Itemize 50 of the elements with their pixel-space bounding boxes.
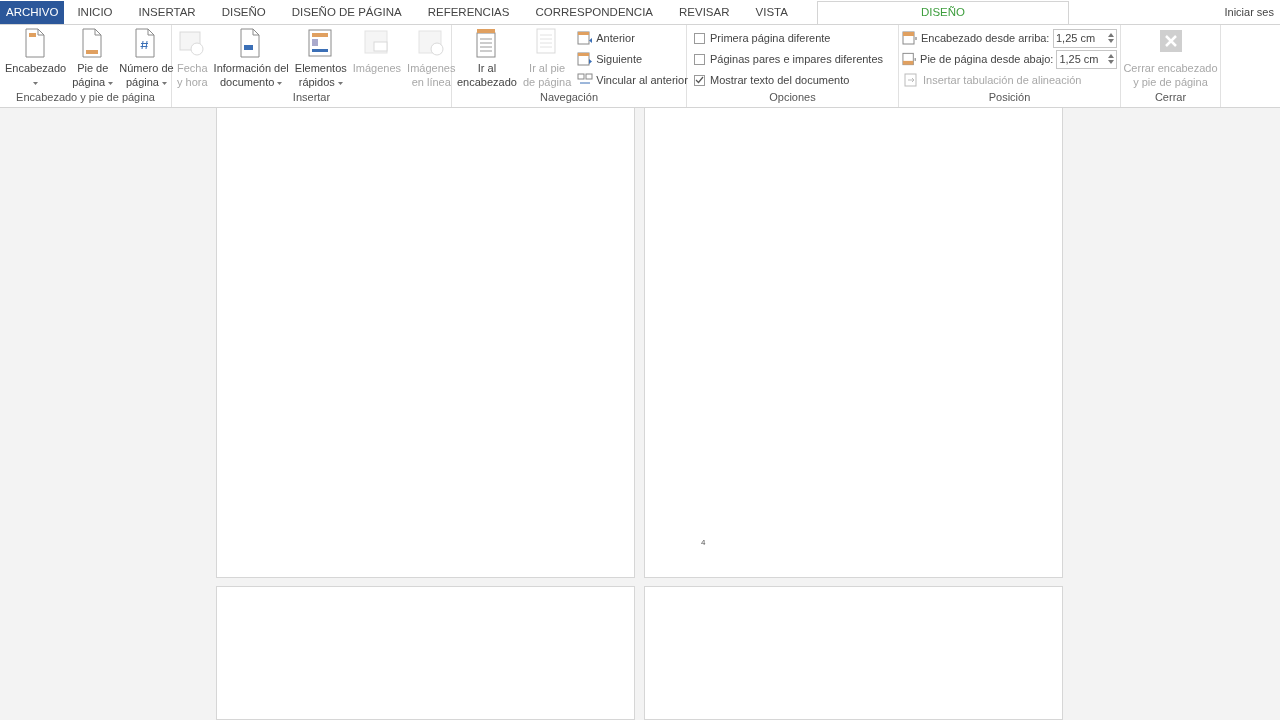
insert-tab-icon xyxy=(904,73,920,87)
ribbon-tab[interactable]: REFERENCIAS xyxy=(414,1,523,24)
ribbon-button[interactable]: Vincular al anterior xyxy=(575,71,690,89)
ribbon-button[interactable]: Encabezado xyxy=(3,27,69,89)
checkbox[interactable] xyxy=(694,32,705,44)
field-label: Pie de página desde abajo: xyxy=(920,51,1054,67)
caret-icon xyxy=(162,81,168,85)
ribbon-button[interactable]: Siguiente xyxy=(575,50,690,68)
group-label: Opciones xyxy=(768,90,817,105)
ribbon-tab[interactable]: INICIO xyxy=(64,1,126,24)
spin-field[interactable]: 1,25 cm xyxy=(1056,49,1117,69)
group-label: Cerrar xyxy=(1153,90,1188,105)
ribbon-button[interactable]: Pie de página xyxy=(70,27,116,89)
ribbon-button[interactable]: Elementos rápidos xyxy=(292,27,349,89)
checkbox-label[interactable]: Páginas pares e impares diferentes xyxy=(710,50,884,68)
ribbon-tab[interactable]: DISEÑO xyxy=(208,1,279,24)
caret-icon xyxy=(277,81,283,85)
sign-in-link[interactable]: Iniciar ses xyxy=(1224,4,1280,21)
caret-icon xyxy=(108,81,114,85)
checkbox-label[interactable]: Mostrar texto del documento xyxy=(710,71,850,89)
ribbon-tab[interactable]: DISEÑO DE PÁGINA xyxy=(278,1,415,24)
group-label: Navegación xyxy=(538,90,600,105)
group-label: Posición xyxy=(987,90,1032,105)
ribbon-button[interactable]: Anterior xyxy=(575,29,690,47)
caret-icon xyxy=(337,81,343,85)
spin-arrows-icon xyxy=(1108,33,1114,43)
ribbon-tab[interactable]: ARCHIVO xyxy=(0,1,65,24)
group-label: Encabezado y pie de página xyxy=(15,90,156,105)
ribbon-tab[interactable]: INSERTAR xyxy=(125,1,209,24)
ribbon-tab[interactable]: REVISAR xyxy=(666,1,743,24)
spin-arrows-icon xyxy=(1108,54,1114,64)
footer-position-icon xyxy=(902,52,918,66)
ribbon-button[interactable]: Información del documento xyxy=(211,27,291,89)
ribbon-button[interactable]: Número de página xyxy=(117,27,176,89)
page-number: 4 xyxy=(701,538,706,547)
next-section-icon xyxy=(577,52,594,66)
checkbox[interactable] xyxy=(694,74,705,86)
spin-field[interactable]: 1,25 cm xyxy=(1053,28,1117,48)
caret-icon xyxy=(33,81,39,85)
header-position-icon xyxy=(902,31,918,45)
ribbon-tab[interactable]: CORRESPONDENCIA xyxy=(522,1,667,24)
link-icon xyxy=(577,73,594,87)
ribbon-button[interactable]: Ir al encabezado xyxy=(455,27,519,89)
checkbox[interactable] xyxy=(694,53,705,65)
group-label: Insertar xyxy=(291,90,332,105)
ribbon-tab[interactable]: VISTA xyxy=(742,1,801,24)
quick-parts-icon xyxy=(307,28,334,58)
previous-section-icon xyxy=(577,31,594,45)
field-label: Encabezado desde arriba: xyxy=(921,30,1050,46)
checkbox-label[interactable]: Primera página diferente xyxy=(710,29,831,47)
